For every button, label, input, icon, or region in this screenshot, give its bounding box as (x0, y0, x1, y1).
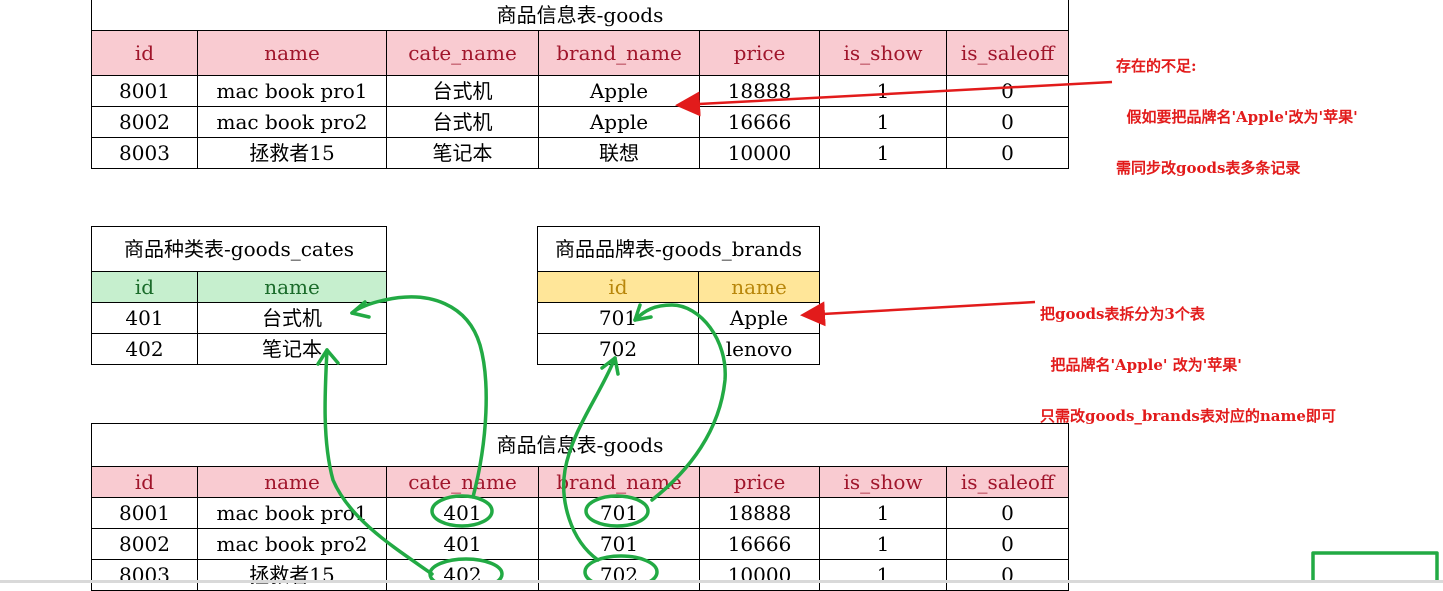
circle-401 (430, 494, 494, 528)
annotation-overlay (316, 80, 1439, 583)
connector-brand-701 (633, 303, 727, 502)
circle-701 (584, 494, 650, 528)
connector-cate-401 (350, 295, 488, 499)
red-arrow-top (675, 80, 1113, 117)
connector-cate-402 (323, 348, 434, 576)
red-arrow-middle (800, 300, 1036, 327)
partial-box (1311, 551, 1439, 583)
connector-brand-702 (562, 356, 617, 562)
